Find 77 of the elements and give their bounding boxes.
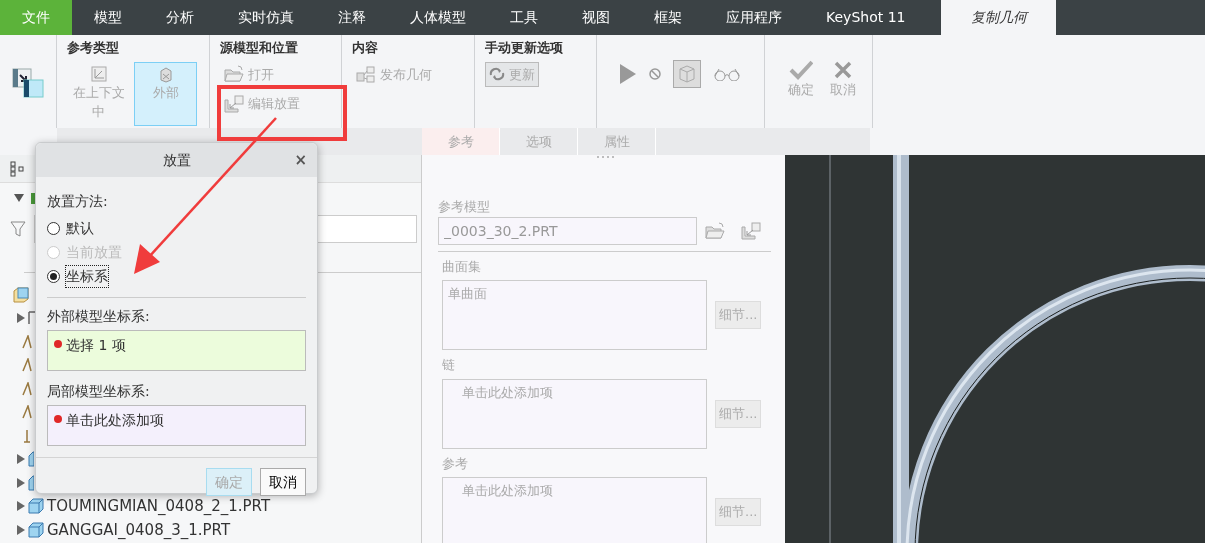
ribbon-tab[interactable]: 框架 xyxy=(632,0,704,35)
ribbon-button[interactable]: 取消 xyxy=(825,57,861,107)
details-button[interactable]: 细节... xyxy=(715,498,762,526)
part-icon xyxy=(28,451,34,468)
field-label: 参考模型 xyxy=(438,198,491,216)
feature-icon xyxy=(22,381,32,396)
section-label: 放置方法: xyxy=(47,192,109,211)
ribbon-tab[interactable]: 模型 xyxy=(72,0,144,35)
frame-icon xyxy=(89,64,108,83)
part-icon xyxy=(28,498,44,515)
part-icon xyxy=(12,286,30,303)
collector-field[interactable]: 选择 1 项 xyxy=(47,330,306,371)
ribbon-tab[interactable]: 注释 xyxy=(316,0,388,35)
part-icon xyxy=(28,521,44,538)
toggle-button[interactable]: 外部 xyxy=(134,61,197,126)
ribbon-button[interactable]: 确定 xyxy=(783,57,819,107)
datum-icon xyxy=(22,428,32,443)
radio-option[interactable]: 默认 xyxy=(47,216,94,240)
placement-icon xyxy=(224,94,244,113)
tree-icon[interactable] xyxy=(10,160,24,177)
folder-icon xyxy=(224,65,244,84)
ribbon-tab[interactable]: 应用程序 xyxy=(704,0,804,35)
expand-arrow-icon[interactable] xyxy=(16,477,25,488)
close-icon xyxy=(833,60,853,80)
details-button[interactable]: 细节... xyxy=(715,301,762,329)
group-icon xyxy=(28,311,36,326)
feature-icon xyxy=(22,334,32,349)
publish-icon xyxy=(356,65,376,84)
toggle-button[interactable]: 在上下文中 xyxy=(67,61,130,126)
glasses-icon[interactable] xyxy=(713,67,741,81)
ribbon-tab[interactable]: 视图 xyxy=(560,0,632,35)
no-entry-icon[interactable] xyxy=(649,68,661,80)
status-dot-icon xyxy=(54,340,62,348)
field-label: 曲面集 xyxy=(441,257,482,276)
refresh-icon xyxy=(489,67,505,82)
feature-icon xyxy=(22,405,32,420)
group-title: 参考类型 xyxy=(67,39,120,57)
checkmark-icon xyxy=(789,60,813,80)
collector-field[interactable]: 单击此处添加项 xyxy=(47,405,306,446)
collector-field[interactable]: 单曲面 xyxy=(442,280,707,350)
drag-handle-icon xyxy=(595,155,614,159)
radio-option[interactable]: 坐标系 xyxy=(47,264,108,288)
section-label: 局部模型坐标系: xyxy=(46,382,151,401)
field-label: 链 xyxy=(441,356,456,374)
ribbon-tab[interactable]: 实时仿真 xyxy=(216,0,316,35)
file-menu[interactable]: 文件 xyxy=(0,0,72,35)
expand-arrow-icon[interactable] xyxy=(16,313,25,324)
model-field[interactable]: _0003_30_2.PRT xyxy=(438,216,697,245)
ribbon-tab[interactable]: 人体模型 xyxy=(388,0,488,35)
section-label: 外部模型坐标系: xyxy=(46,307,151,326)
filter-icon[interactable] xyxy=(10,221,26,237)
collector-field[interactable]: 单击此处添加项 xyxy=(442,477,707,543)
copy-geometry-icon xyxy=(11,65,45,98)
group-title: 内容 xyxy=(352,39,379,57)
status-dot-icon xyxy=(54,415,62,423)
ribbon-tab[interactable]: 工具 xyxy=(488,0,560,35)
tree-item[interactable]: GANGGAI_0408_3_1.PRT xyxy=(47,518,231,541)
expand-arrow-icon[interactable] xyxy=(16,501,25,512)
group-title: 源模型和位置 xyxy=(220,39,299,57)
play-icon[interactable] xyxy=(619,63,637,85)
group-title: 手动更新选项 xyxy=(485,39,564,57)
expand-arrow-icon[interactable] xyxy=(14,193,24,203)
ribbon-tab[interactable]: KeyShot 11 xyxy=(804,0,928,35)
close-button[interactable]: × xyxy=(294,149,307,172)
details-button[interactable]: 细节... xyxy=(715,399,762,428)
dialog-button[interactable]: 取消 xyxy=(260,468,306,496)
collector-field[interactable]: 单击此处添加项 xyxy=(442,378,707,449)
expand-arrow-icon[interactable] xyxy=(16,454,25,465)
part-icon xyxy=(28,474,34,491)
ribbon-tab[interactable]: 分析 xyxy=(144,0,216,35)
dialog-title: 放置 xyxy=(162,150,191,170)
ribbon-tab[interactable]: 复制几何 xyxy=(941,0,1057,35)
field-label: 参考 xyxy=(441,454,469,473)
expand-arrow-icon[interactable] xyxy=(16,524,25,535)
tree-item[interactable]: TOUMINGMIAN_0408_2_1.PRT xyxy=(47,495,271,518)
feature-icon xyxy=(22,358,32,373)
panel-tab[interactable]: 参考 xyxy=(422,128,500,155)
